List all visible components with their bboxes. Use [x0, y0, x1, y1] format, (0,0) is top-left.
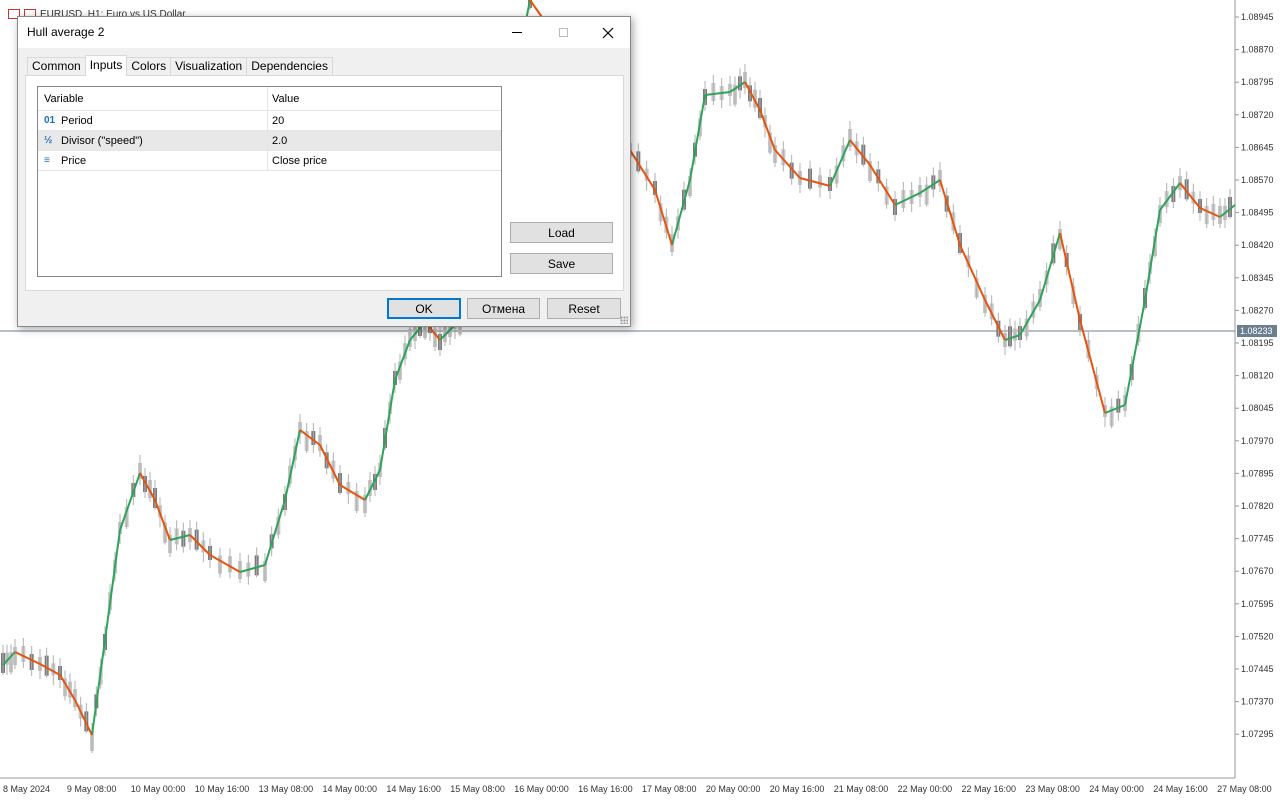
time-tick-label: 20 May 00:00 — [706, 784, 761, 794]
time-tick-label: 22 May 16:00 — [962, 784, 1017, 794]
variable-cell: ½ Divisor ("speed") — [38, 131, 268, 150]
time-tick-label: 20 May 16:00 — [770, 784, 825, 794]
time-tick-label: 27 May 08:00 — [1217, 784, 1272, 794]
price-tick-label: 1.07520 — [1241, 631, 1274, 641]
time-tick-label: 15 May 08:00 — [450, 784, 505, 794]
close-icon — [602, 27, 614, 38]
close-button[interactable] — [585, 17, 631, 48]
inputs-grid: Variable Value 01 Period 20 ½ Divisor ("… — [37, 86, 502, 277]
price-tick-label: 1.08870 — [1241, 45, 1274, 55]
price-tick-label: 1.08045 — [1241, 403, 1274, 413]
price-tick-label: 1.08345 — [1241, 273, 1274, 283]
indicator-properties-dialog: Hull average 2 Common Inputs Colors Visu… — [17, 16, 631, 327]
price-tick-label: 1.07295 — [1241, 729, 1274, 739]
load-button[interactable]: Load — [510, 222, 613, 243]
variable-name: Price — [61, 154, 87, 167]
dialog-titlebar[interactable]: Hull average 2 — [18, 17, 630, 48]
minimize-icon — [512, 32, 522, 33]
header-variable[interactable]: Variable — [38, 87, 268, 110]
maximize-button — [540, 17, 586, 48]
variable-cell: 01 Period — [38, 111, 268, 130]
time-tick-label: 17 May 08:00 — [642, 784, 697, 794]
variable-cell: ≡ Price — [38, 151, 268, 170]
table-row[interactable]: 01 Period 20 — [38, 111, 501, 131]
time-tick-label: 22 May 00:00 — [898, 784, 953, 794]
price-tick-label: 1.07370 — [1241, 697, 1274, 707]
price-tick-label: 1.08945 — [1241, 12, 1274, 22]
current-price-label: 1.08233 — [1240, 326, 1273, 336]
price-tick-label: 1.08420 — [1241, 240, 1274, 250]
price-tick-label: 1.07670 — [1241, 566, 1274, 576]
time-tick-label: 21 May 08:00 — [834, 784, 889, 794]
variable-name: Divisor ("speed") — [61, 134, 143, 147]
price-tick-label: 1.07595 — [1241, 599, 1274, 609]
price-tick-label: 1.07970 — [1241, 436, 1274, 446]
integer-icon: 01 — [44, 115, 56, 126]
inputs-panel: Variable Value 01 Period 20 ½ Divisor ("… — [25, 75, 624, 291]
dialog-tabs: Common Inputs Colors Visualization Depen… — [27, 55, 333, 76]
reset-button[interactable]: Reset — [547, 298, 621, 319]
minimize-button[interactable] — [494, 17, 540, 48]
tab-visualization[interactable]: Visualization — [170, 57, 248, 75]
price-tick-label: 1.08120 — [1241, 371, 1274, 381]
price-tick-label: 1.08195 — [1241, 338, 1274, 348]
price-tick-label: 1.08645 — [1241, 142, 1274, 152]
value-cell[interactable]: 20 — [268, 111, 501, 130]
time-tick-label: 10 May 16:00 — [195, 784, 250, 794]
header-value[interactable]: Value — [268, 87, 501, 110]
time-tick-label: 24 May 00:00 — [1089, 784, 1144, 794]
time-tick-label: 24 May 16:00 — [1153, 784, 1208, 794]
time-tick-label: 23 May 08:00 — [1025, 784, 1080, 794]
price-tick-label: 1.08495 — [1241, 208, 1274, 218]
time-tick-label: 13 May 08:00 — [259, 784, 314, 794]
value-cell[interactable]: Close price — [268, 151, 501, 170]
tab-dependencies[interactable]: Dependencies — [246, 57, 333, 75]
time-tick-label: 10 May 00:00 — [131, 784, 186, 794]
price-tick-label: 1.07895 — [1241, 468, 1274, 478]
value-cell[interactable]: 2.0 — [268, 131, 501, 150]
save-button[interactable]: Save — [510, 253, 613, 274]
tab-colors[interactable]: Colors — [126, 57, 172, 75]
time-tick-label: 14 May 00:00 — [323, 784, 378, 794]
maximize-icon — [558, 28, 568, 37]
time-tick-label: 8 May 2024 — [3, 784, 50, 794]
time-tick-label: 16 May 00:00 — [514, 784, 569, 794]
price-tick-label: 1.08570 — [1241, 175, 1274, 185]
price-tick-label: 1.07445 — [1241, 664, 1274, 674]
price-tick-label: 1.07745 — [1241, 534, 1274, 544]
resize-grip-icon[interactable] — [620, 316, 628, 324]
cancel-button[interactable]: Отмена — [467, 298, 540, 319]
grid-header: Variable Value — [38, 87, 501, 111]
tab-common[interactable]: Common — [27, 57, 86, 75]
tab-inputs[interactable]: Inputs — [84, 55, 128, 76]
time-tick-label: 14 May 16:00 — [386, 784, 441, 794]
dialog-title: Hull average 2 — [27, 25, 105, 39]
variable-name: Period — [61, 114, 93, 127]
time-tick-label: 16 May 16:00 — [578, 784, 633, 794]
table-row[interactable]: ≡ Price Close price — [38, 151, 501, 171]
enum-icon: ≡ — [44, 155, 50, 166]
table-row[interactable]: ½ Divisor ("speed") 2.0 — [38, 131, 501, 151]
price-tick-label: 1.08795 — [1241, 77, 1274, 87]
time-tick-label: 9 May 08:00 — [67, 784, 117, 794]
price-tick-label: 1.07820 — [1241, 501, 1274, 511]
ok-button[interactable]: OK — [387, 298, 461, 319]
price-tick-label: 1.08720 — [1241, 110, 1274, 120]
price-tick-label: 1.08270 — [1241, 305, 1274, 315]
fraction-icon: ½ — [44, 135, 53, 146]
